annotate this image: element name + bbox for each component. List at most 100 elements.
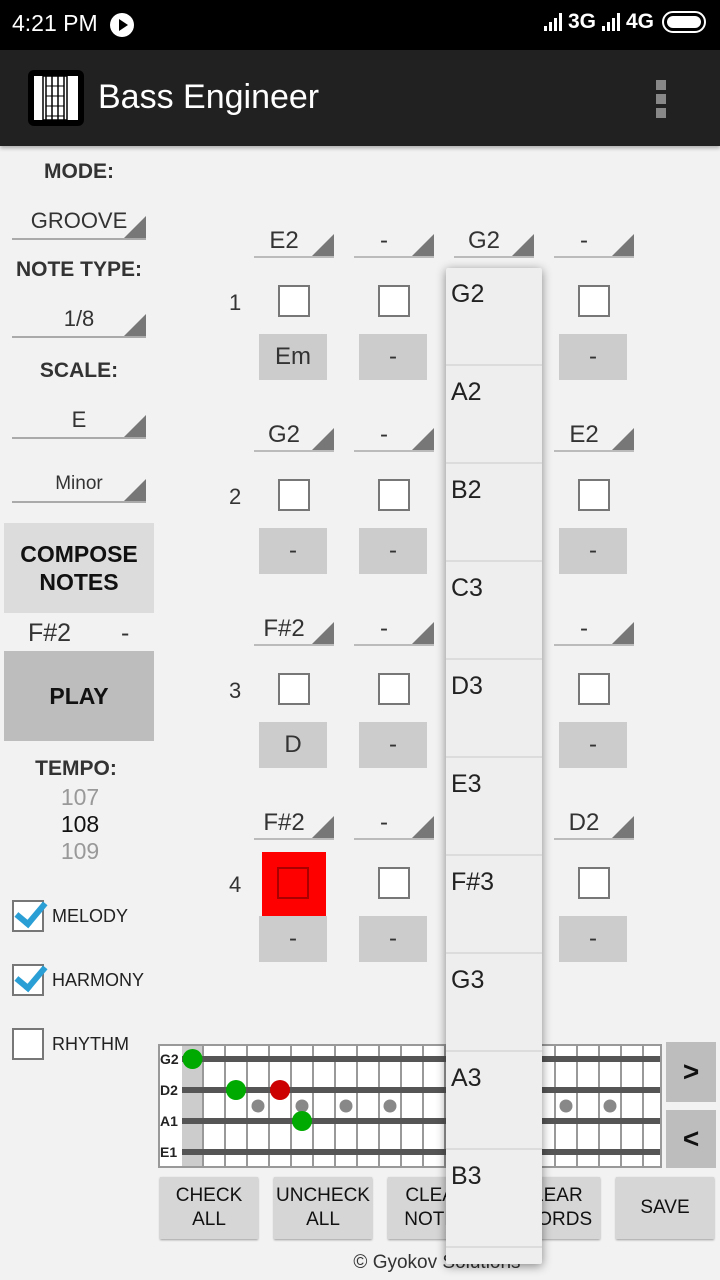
note-spinner[interactable]: E2 [554, 422, 634, 452]
dropdown-arrow-icon [512, 234, 534, 256]
dropdown-arrow-icon [612, 428, 634, 450]
measure-number: 3 [229, 678, 242, 703]
chord-button[interactable]: - [559, 916, 627, 962]
chord-button[interactable]: - [259, 528, 327, 574]
melody-checkbox[interactable] [12, 900, 44, 932]
dropdown-option[interactable]: B3 [446, 1150, 542, 1248]
note-spinner[interactable]: - [354, 228, 434, 258]
chord-button[interactable]: D [259, 722, 327, 768]
scale-label: SCALE: [39, 359, 119, 382]
chord-button[interactable]: - [559, 334, 627, 380]
note-spinner[interactable]: F#2 [254, 616, 334, 646]
beat-checkbox[interactable] [277, 867, 309, 899]
dropdown-option[interactable]: G2 [446, 268, 542, 366]
scale-root-spinner[interactable]: E [12, 405, 146, 439]
chord-button[interactable]: Em [259, 334, 327, 380]
dropdown-arrow-icon [612, 816, 634, 838]
dropdown-arrow-icon [612, 234, 634, 256]
mode-spinner[interactable]: GROOVE [12, 206, 146, 240]
harmony-checkbox[interactable] [12, 964, 44, 996]
note-spinner[interactable]: - [554, 616, 634, 646]
note-spinner[interactable]: - [354, 616, 434, 646]
dropdown-arrow-icon [312, 234, 334, 256]
rhythm-checkbox[interactable] [12, 1028, 44, 1060]
dropdown-arrow-icon [412, 428, 434, 450]
dropdown-option[interactable]: A3 [446, 1052, 542, 1150]
scale-type-spinner[interactable]: Minor [12, 469, 146, 503]
network-type-2: 4G [625, 10, 654, 33]
dropdown-arrow-icon [612, 622, 634, 644]
rhythm-checkbox-row[interactable]: RHYTHM [12, 1028, 129, 1060]
chord-button[interactable]: - [259, 916, 327, 962]
note-type-label: NOTE TYPE: [15, 258, 142, 281]
compose-notes-button[interactable]: COMPOSE NOTES [4, 523, 154, 613]
chord-button[interactable]: - [359, 722, 427, 768]
dropdown-option[interactable]: C3 [446, 562, 542, 660]
beat-checkbox[interactable] [378, 285, 410, 317]
dropdown-arrow-icon [412, 816, 434, 838]
beat-checkbox[interactable] [578, 867, 610, 899]
beat-checkbox[interactable] [278, 479, 310, 511]
chord-button[interactable]: - [559, 722, 627, 768]
fret-inlay-dot [339, 1099, 353, 1113]
check-all-button[interactable]: CHECK ALL [160, 1177, 258, 1239]
fretboard[interactable]: G2 D2 A1 E1 [158, 1044, 666, 1168]
app-bar: Bass Engineer [0, 50, 720, 146]
tempo-value[interactable]: 108 [40, 811, 120, 838]
measure-number: 2 [229, 484, 242, 509]
fret-inlay-dot [383, 1099, 397, 1113]
beat-checkbox[interactable] [378, 867, 410, 899]
note-spinner[interactable]: - [554, 228, 634, 258]
current-chord: - [121, 619, 130, 647]
beat-checkbox[interactable] [278, 285, 310, 317]
app-logo-icon [28, 70, 84, 126]
fret-inlay-dot [251, 1099, 265, 1113]
beat-checkbox[interactable] [378, 479, 410, 511]
fretboard-next-button[interactable]: > [666, 1042, 716, 1102]
beat-checkbox[interactable] [578, 285, 610, 317]
fretboard-prev-button[interactable]: < [666, 1110, 716, 1168]
tempo-picker[interactable]: 107 108 109 [40, 784, 120, 865]
harmony-label: HARMONY [52, 969, 145, 990]
string-label: A1 [160, 1113, 178, 1129]
note-spinner[interactable]: - [354, 810, 434, 840]
note-spinner[interactable]: D2 [554, 810, 634, 840]
beat-checkbox[interactable] [378, 673, 410, 705]
chord-button[interactable]: - [559, 528, 627, 574]
note-spinner[interactable]: F#2 [254, 810, 334, 840]
note-type-spinner[interactable]: 1/8 [12, 304, 146, 338]
overflow-menu-icon[interactable] [656, 80, 668, 122]
note-dropdown-list[interactable]: G2 A2 B2 C3 D3 E3 F#3 G3 A3 B3 [446, 268, 542, 1264]
chord-button[interactable]: - [359, 334, 427, 380]
note-spinner[interactable]: E2 [254, 228, 334, 258]
dropdown-option[interactable]: B2 [446, 464, 542, 562]
measure-number: 4 [229, 872, 242, 897]
dropdown-option[interactable]: F#3 [446, 856, 542, 954]
beat-checkbox[interactable] [578, 673, 610, 705]
note-spinner[interactable]: - [354, 422, 434, 452]
melody-checkbox-row[interactable]: MELODY [12, 900, 128, 932]
dropdown-option[interactable]: G3 [446, 954, 542, 1052]
uncheck-all-button[interactable]: UNCHECK ALL [274, 1177, 372, 1239]
rhythm-label: RHYTHM [52, 1033, 129, 1054]
play-button[interactable]: PLAY [4, 651, 154, 741]
note-spinner[interactable]: G2 [454, 228, 534, 258]
chord-button[interactable]: - [359, 916, 427, 962]
dropdown-arrow-icon [412, 622, 434, 644]
tempo-next[interactable]: 109 [40, 838, 120, 865]
tempo-label: TEMPO: [35, 757, 117, 780]
save-button[interactable]: SAVE [616, 1177, 714, 1239]
current-note: F#2 [28, 619, 72, 647]
app-title: Bass Engineer [98, 78, 320, 116]
beat-checkbox[interactable] [278, 673, 310, 705]
chord-button[interactable]: - [359, 528, 427, 574]
dropdown-option[interactable]: E3 [446, 758, 542, 856]
harmony-checkbox-row[interactable]: HARMONY [12, 964, 144, 996]
dropdown-option[interactable]: A2 [446, 366, 542, 464]
dropdown-option[interactable]: D3 [446, 660, 542, 758]
note-spinner[interactable]: G2 [254, 422, 334, 452]
signal-icon [601, 13, 620, 31]
tempo-prev[interactable]: 107 [40, 784, 120, 811]
string-label: D2 [160, 1082, 178, 1098]
beat-checkbox[interactable] [578, 479, 610, 511]
